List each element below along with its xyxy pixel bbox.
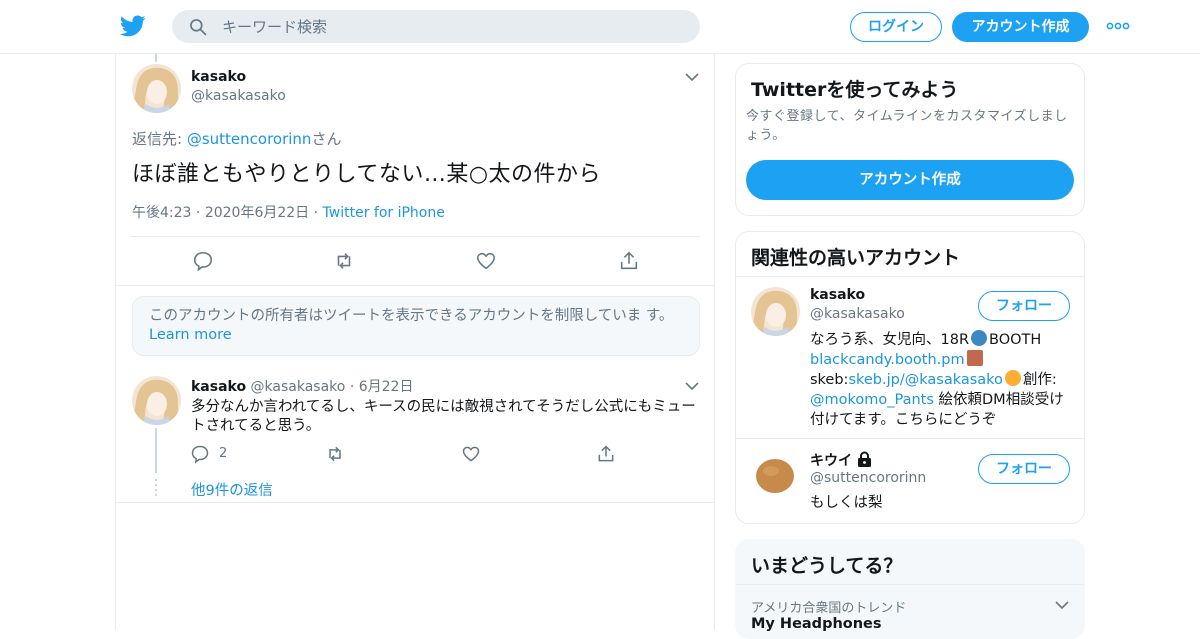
tweet-time[interactable]: 午後4:23 [132,205,191,221]
account-name-row: キウイ [810,450,872,470]
follow-button[interactable]: フォロー [978,454,1070,484]
top-bar: ログイン アカウント作成 [0,0,1200,54]
login-button[interactable]: ログイン [850,12,942,42]
book-emoji-icon [966,350,983,366]
like-icon[interactable] [475,250,497,272]
reply-text: 多分なんか言われてるし、キースの民には敵視されてそうだし公式にもミュートされてる… [191,399,696,434]
mokomo-link[interactable]: @mokomo_Pants [810,392,934,408]
avatar-kasako-icon [132,376,181,425]
chevron-down-icon[interactable] [684,381,700,391]
account-bio: なろう系、女児向、18R BOOTH blackcandy.booth.pm sk… [810,330,1076,430]
trend-location: アメリカ合衆国のトレンド [751,601,907,616]
account-handle[interactable]: @kasakasako [810,306,905,322]
reply-author-name[interactable]: kasako [191,379,246,395]
avatar[interactable] [751,287,800,336]
tweet-date[interactable]: 2020年6月22日 [205,205,309,221]
trends-card: いまどうしてる？ アメリカ合衆国のトレンド My Headphones [735,539,1085,639]
reply-author-handle[interactable]: @kasakasako [251,379,346,395]
more-options-icon[interactable] [1106,20,1130,32]
bio-skeb: skeb: [810,372,849,388]
chevron-down-icon[interactable] [1054,600,1070,610]
lock-icon [857,451,871,467]
globe-emoji-icon [971,330,988,346]
like-icon[interactable] [461,444,481,464]
share-icon[interactable] [618,250,640,272]
divider [116,502,714,503]
avatar[interactable] [751,450,800,499]
reply-to-line: 返信先: @suttencororinnさん [132,128,341,149]
divider [116,285,714,286]
reply-prefix: 返信先: [132,130,187,148]
reply-count: 2 [219,446,228,461]
main-timeline: kasako @kasakasako 返信先: @suttencororinnさ… [115,54,715,630]
reply-to-link[interactable]: @suttencororinn [187,130,312,148]
signup-button[interactable]: アカウント作成 [952,12,1089,42]
account-bio: もしくは梨 [810,495,883,511]
account-handle[interactable]: @suttencororinn [810,470,926,486]
tweet-meta: 午後4:23 · 2020年6月22日 · Twitter for iPhone [132,205,445,221]
skeb-link[interactable]: skeb.jp/@kasakasako [848,372,1002,388]
thread-line [155,428,157,473]
divider [736,584,1084,585]
retweet-icon[interactable] [325,444,345,464]
signup-card: Twitterを使ってみよう 今すぐ登録して、タイムラインをカスタマイズしましょ… [735,63,1085,216]
avatar-kiwi-icon [751,450,800,499]
honey-emoji-icon [1004,370,1021,386]
avatar[interactable] [132,64,181,113]
follow-button[interactable]: フォロー [978,291,1070,321]
divider [130,236,700,237]
twitter-logo-icon[interactable] [120,13,146,39]
bio-create: 創作: [1022,372,1057,388]
divider [736,276,1084,277]
protected-account-notice: このアカウントの所有者はツイートを表示できるアカウントを制限していま す。 Lea… [132,296,700,356]
reply-icon[interactable] [190,444,210,464]
reply-date[interactable]: 6月22日 [359,379,414,395]
account-name[interactable]: kasako [810,287,865,303]
notice-text: このアカウントの所有者はツイートを表示できるアカウントを制限していま す。 [149,308,674,324]
trends-title: いまどうしてる？ [751,555,903,577]
tweet-source[interactable]: Twitter for iPhone [323,205,445,221]
account-name[interactable]: キウイ [810,453,852,469]
share-icon[interactable] [596,444,616,464]
divider [736,438,1084,439]
bio-line: なろう系、女児向、18R [810,332,970,348]
chevron-down-icon[interactable] [684,72,700,82]
bio-booth: BOOTH [989,332,1042,348]
related-accounts-card: 関連性の高いアカウント kasako @kasakasako フォロー なろう系… [735,231,1085,524]
signup-card-desc: 今すぐ登録して、タイムラインをカスタマイズしましょう。 [746,109,1068,143]
avatar[interactable] [132,376,181,425]
retweet-icon[interactable] [333,250,355,272]
thread-connector [155,54,157,62]
author-name[interactable]: kasako [191,69,246,85]
reply-suffix: さん [311,130,342,148]
search-input[interactable] [222,10,682,43]
more-replies-link[interactable]: 他9件の返信 [191,479,273,500]
booth-link[interactable]: blackcandy.booth.pm [810,352,965,368]
avatar-kasako-icon [132,64,181,113]
reply-icon[interactable] [192,250,214,272]
thread-dots [155,479,157,497]
signup-card-button[interactable]: アカウント作成 [746,160,1074,200]
author-handle[interactable]: @kasakasako [191,88,286,104]
related-title: 関連性の高いアカウント [751,247,961,269]
reply-header: kasako @kasakasako · 6月22日 [191,379,414,395]
signup-card-title: Twitterを使ってみよう [751,79,959,101]
search-icon [190,19,207,36]
avatar-kasako-icon [751,287,800,336]
learn-more-link[interactable]: Learn more [149,327,232,343]
search-box[interactable] [172,10,700,43]
tweet-text: ほぼ誰ともやりとりしてない…某○太の件から [132,162,602,187]
